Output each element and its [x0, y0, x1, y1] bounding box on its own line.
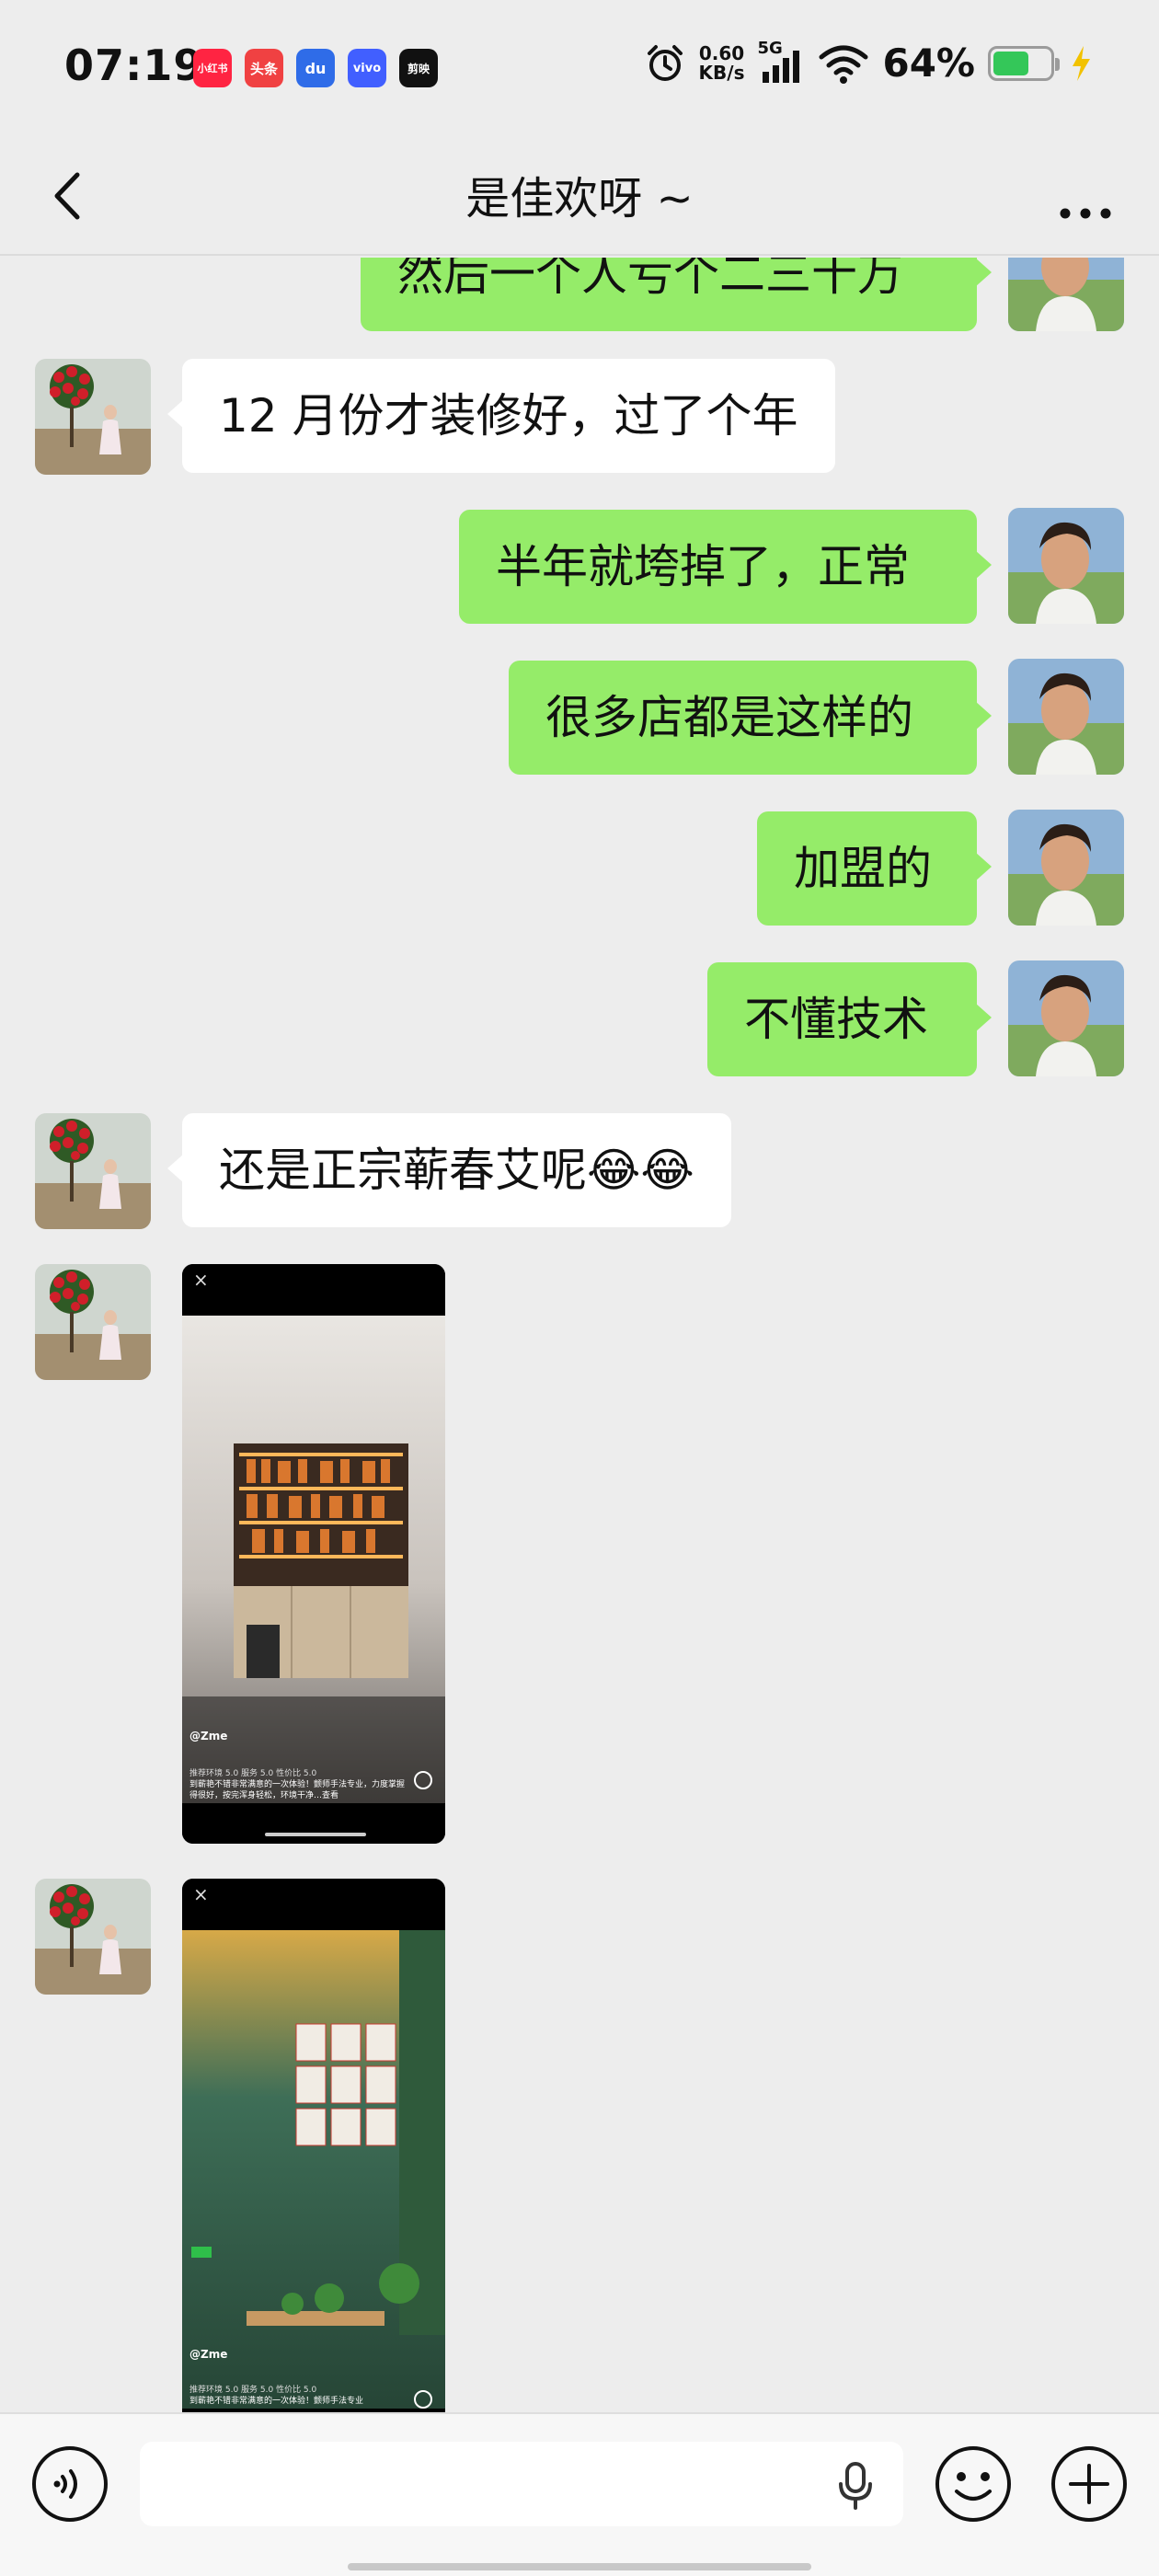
status-time: 07:19: [64, 40, 204, 90]
video-message-thumbnail[interactable]: × @Zme 推荐环境 5.0 服务 5.0 性价比 5.0 到蕲艳不错非常满意…: [182, 1264, 445, 1844]
message-bubble-sent[interactable]: 加盟的: [757, 811, 992, 926]
avatar-contact[interactable]: [35, 1879, 151, 1995]
voice-icon[interactable]: [29, 2444, 110, 2524]
message-bubble-received[interactable]: 还是正宗蕲春艾呢😂😂: [167, 1113, 731, 1227]
avatar-me[interactable]: [1008, 508, 1124, 624]
notification-app-icons: 小红书 头条 du vivo 剪映: [193, 49, 438, 87]
avatar-me[interactable]: [1008, 258, 1124, 331]
message-input[interactable]: [140, 2442, 903, 2526]
message-text: 很多店都是这样的: [545, 691, 913, 744]
video-message-thumbnail[interactable]: × @Zme 推荐环境 5.0 服务 5.0 性价比 5.0 到蕲艳不错非常满意…: [182, 1879, 445, 2412]
message-text: 半年就垮掉了，正常: [496, 540, 910, 593]
message-text: 12 月份才装修好，过了个年: [219, 389, 798, 443]
message-bubble-sent[interactable]: 半年就垮掉了，正常: [459, 510, 992, 624]
video-stats: 推荐环境 5.0 服务 5.0 性价比 5.0: [189, 1769, 317, 1778]
avatar-contact[interactable]: [35, 1113, 151, 1229]
capcut-app-icon: 剪映: [399, 49, 438, 87]
message-bubble-received[interactable]: 12 月份才装修好，过了个年: [167, 359, 835, 473]
avatar-contact[interactable]: [35, 1264, 151, 1380]
message-bubble-sent[interactable]: 很多店都是这样的: [509, 661, 992, 775]
message-list[interactable]: 然后一个人亏个二三十万 12 月份才装修好，过了个年 半年就垮掉了，正常 很多店…: [0, 258, 1159, 2412]
network-speed-unit: KB/s: [698, 61, 745, 84]
battery-fill: [993, 51, 1029, 75]
plus-icon[interactable]: [1049, 2444, 1130, 2524]
message-text: 然后一个人亏个二三十万: [397, 258, 903, 301]
toutiao-app-icon: 头条: [245, 49, 283, 87]
network-speed-value: 0.60: [698, 41, 745, 64]
message-text: 还是正宗蕲春艾呢😂😂: [219, 1144, 694, 1197]
avatar-contact[interactable]: [35, 359, 151, 475]
baidu-app-icon: du: [296, 49, 335, 87]
avatar-me[interactable]: [1008, 810, 1124, 926]
chat-header: 是佳欢呀 ~: [0, 136, 1159, 256]
charging-icon: [1073, 45, 1090, 81]
alarm-icon: [647, 44, 683, 81]
status-indicators: 0.60 KB/s 5G 64%: [644, 39, 1095, 86]
chat-title: 是佳欢呀 ~: [465, 173, 694, 224]
battery-percent: 64%: [882, 40, 975, 86]
message-bubble-sent[interactable]: 不懂技术: [707, 962, 992, 1076]
message-text: 加盟的: [794, 842, 932, 895]
video-caption: 到蕲艳不错非常满意的一次体验！颤师手法专业，力度掌握得很好，按完浑身轻松，环境干…: [189, 1780, 406, 1800]
avatar-me[interactable]: [1008, 960, 1124, 1076]
status-bar: 07:19 小红书 头条 du vivo 剪映 0.60 KB/s 5G 64%: [0, 0, 1159, 136]
more-icon[interactable]: [1049, 164, 1122, 228]
video-stats: 推荐环境 5.0 服务 5.0 性价比 5.0: [189, 2386, 317, 2395]
avatar-me[interactable]: [1008, 659, 1124, 775]
wifi-icon: [819, 45, 868, 84]
vivo-app-icon: vivo: [348, 49, 386, 87]
signal-icon: 5G: [757, 39, 805, 85]
chat-input-bar: [0, 2412, 1159, 2576]
message-bubble-sent[interactable]: 然后一个人亏个二三十万: [361, 258, 992, 331]
svg-text:×: ×: [193, 1883, 209, 1905]
emoji-icon[interactable]: [933, 2444, 1014, 2524]
home-indicator[interactable]: [348, 2563, 811, 2570]
video-author: @Zme: [189, 1730, 228, 1742]
video-author: @Zme: [189, 2348, 228, 2361]
svg-text:×: ×: [193, 1269, 209, 1291]
network-speed: 0.60 KB/s: [698, 41, 745, 84]
xiaohongshu-app-icon: 小红书: [193, 49, 232, 87]
battery-icon: [988, 45, 1060, 81]
video-caption: 到蕲艳不错非常满意的一次体验！颤师手法专业: [189, 2397, 364, 2406]
message-text: 不懂技术: [744, 993, 928, 1046]
mic-icon[interactable]: [826, 2455, 885, 2513]
